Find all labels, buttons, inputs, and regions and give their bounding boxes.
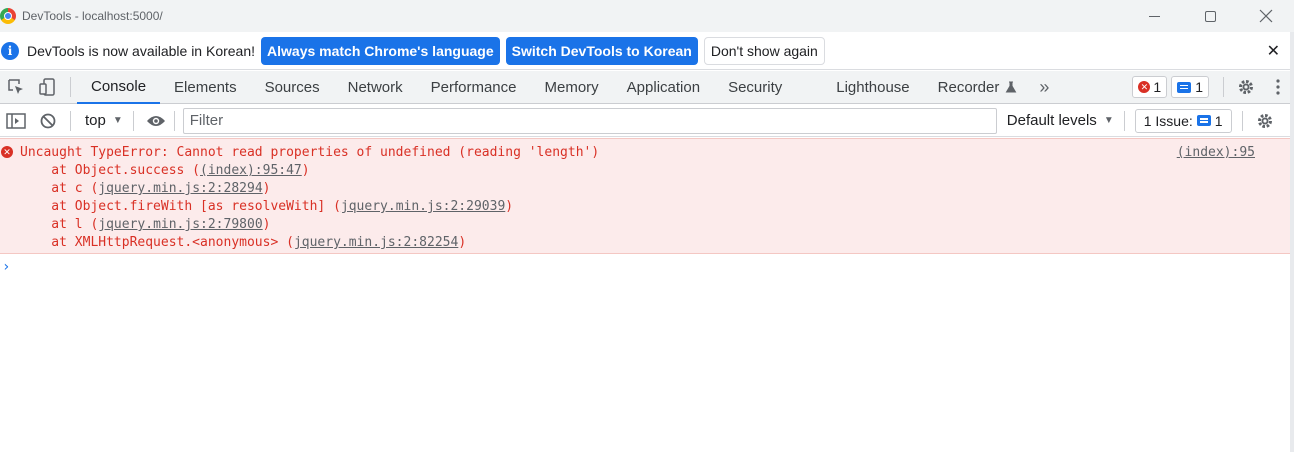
divider — [1223, 77, 1224, 97]
switch-to-korean-button[interactable]: Switch DevTools to Korean — [505, 36, 698, 65]
maximize-icon — [1204, 10, 1216, 22]
device-toolbar-icon[interactable] — [32, 71, 64, 103]
gear-icon — [1257, 113, 1272, 128]
stack-frame: at XMLHttpRequest.<anonymous> (jquery.mi… — [20, 235, 467, 250]
window-controls — [1126, 0, 1294, 32]
stack-frame: at l (jquery.min.js:2:79800) — [20, 217, 271, 232]
clear-console-button[interactable] — [32, 105, 64, 137]
panel-tab-bar: Console Elements Sources Network Perform… — [0, 71, 1294, 104]
language-infobar: i DevTools is now available in Korean! A… — [0, 32, 1294, 70]
error-source-link[interactable]: (index):95 — [1177, 145, 1255, 160]
always-match-language-button[interactable]: Always match Chrome's language — [261, 36, 500, 65]
message-count-badge[interactable]: 1 — [1171, 76, 1209, 98]
block-icon — [40, 113, 56, 128]
tab-elements[interactable]: Elements — [160, 71, 251, 104]
console-prompt-icon[interactable]: › — [2, 259, 10, 275]
divider — [1241, 110, 1243, 131]
divider — [173, 110, 175, 131]
sidebar-toggle-icon — [6, 112, 26, 129]
divider — [1123, 110, 1125, 131]
tab-recorder[interactable]: Recorder — [924, 71, 1032, 104]
issues-label: 1 Issue: — [1143, 112, 1193, 129]
maximize-button[interactable] — [1182, 0, 1238, 32]
divider — [70, 110, 71, 131]
tab-console[interactable]: Console — [77, 71, 161, 104]
tab-memory[interactable]: Memory — [531, 71, 613, 104]
info-icon: i — [1, 41, 19, 60]
tab-application[interactable]: Application — [613, 71, 714, 104]
message-icon — [1177, 81, 1192, 93]
tab-sources[interactable]: Sources — [251, 71, 334, 104]
more-tabs-chevron-icon[interactable]: » — [1039, 77, 1049, 98]
error-count: 1 — [1153, 79, 1162, 95]
close-infobar-icon[interactable]: ✕ — [1267, 41, 1280, 61]
inspect-element-icon[interactable] — [0, 71, 32, 103]
infobar-message: DevTools is now available in Korean! — [27, 42, 256, 59]
tab-security[interactable]: Security — [714, 71, 822, 104]
chrome-logo-icon — [0, 8, 16, 24]
log-levels-label: Default levels — [1006, 112, 1097, 129]
divider — [132, 110, 134, 131]
dropdown-triangle-icon: ▼ — [112, 115, 123, 126]
error-icon: ✕ — [1, 146, 13, 158]
error-text[interactable]: Uncaught TypeError: Cannot read properti… — [20, 144, 599, 162]
window-title: DevTools - localhost:5000/ — [22, 9, 163, 23]
context-selector[interactable]: top ▼ — [85, 112, 123, 129]
divider — [70, 77, 71, 97]
message-count: 1 — [1195, 79, 1203, 95]
stack-frame-link[interactable]: jquery.min.js:2:28294 — [98, 181, 262, 196]
flask-icon — [1005, 81, 1017, 93]
minimize-icon — [1148, 15, 1160, 17]
minimize-button[interactable] — [1126, 0, 1182, 32]
error-icon: ✕ — [1138, 81, 1151, 93]
console-settings-button[interactable] — [1249, 105, 1281, 137]
issue-message-icon — [1196, 115, 1211, 126]
stack-frame: at c (jquery.min.js:2:28294) — [20, 181, 271, 196]
kebab-menu-icon — [1276, 79, 1280, 95]
tab-recorder-label: Recorder — [937, 78, 1000, 96]
stack-frame: at Object.fireWith [as resolveWith] (jqu… — [20, 199, 514, 214]
scrollbar[interactable] — [1290, 32, 1294, 452]
close-window-button[interactable] — [1238, 0, 1294, 32]
stack-frame-link[interactable]: (index):95:47 — [200, 163, 302, 178]
eye-icon — [146, 115, 165, 126]
dont-show-again-button[interactable]: Don't show again — [703, 36, 825, 65]
stack-frame-link[interactable]: jquery.min.js:2:29039 — [341, 199, 505, 214]
settings-gear-button[interactable] — [1230, 71, 1262, 103]
console-output: ✕ Uncaught TypeError: Cannot read proper… — [0, 138, 1290, 452]
filter-placeholder: Filter — [189, 112, 224, 129]
close-icon — [1259, 9, 1273, 23]
window-title-bar: DevTools - localhost:5000/ — [0, 0, 1294, 32]
error-count-badge[interactable]: ✕ 1 — [1132, 76, 1168, 98]
tab-performance[interactable]: Performance — [417, 71, 531, 104]
console-toolbar: top ▼ Filter Default levels ▼ 1 Issue: 1 — [0, 105, 1294, 137]
tab-network[interactable]: Network — [334, 71, 417, 104]
stack-frame-link[interactable]: jquery.min.js:2:79800 — [98, 217, 262, 232]
issues-count: 1 — [1214, 112, 1223, 129]
stack-frame-link[interactable]: jquery.min.js:2:82254 — [294, 235, 458, 250]
stack-frame: at Object.success ((index):95:47) — [20, 163, 310, 178]
live-expression-button[interactable] — [140, 105, 172, 137]
log-levels-dropdown[interactable]: Default levels ▼ — [1007, 112, 1114, 129]
issues-button[interactable]: 1 Issue: 1 — [1134, 108, 1232, 133]
console-error-message: ✕ Uncaught TypeError: Cannot read proper… — [0, 138, 1290, 254]
gear-icon — [1239, 80, 1253, 94]
toggle-sidebar-button[interactable] — [0, 105, 32, 137]
filter-input[interactable]: Filter — [182, 107, 997, 134]
dropdown-triangle-icon: ▼ — [1103, 115, 1114, 126]
context-value: top — [85, 112, 106, 129]
tab-lighthouse[interactable]: Lighthouse — [822, 71, 923, 104]
